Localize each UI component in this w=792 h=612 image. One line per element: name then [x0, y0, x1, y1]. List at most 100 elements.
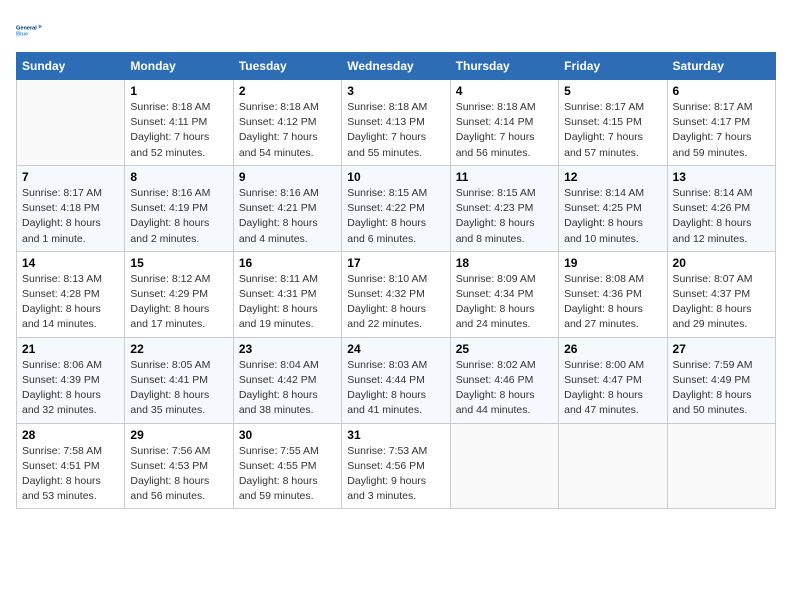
day-number: 3: [347, 84, 444, 98]
calendar-cell: 9Sunrise: 8:16 AMSunset: 4:21 PMDaylight…: [233, 165, 341, 251]
day-info: Sunrise: 7:55 AMSunset: 4:55 PMDaylight:…: [239, 444, 336, 505]
day-info: Sunrise: 8:02 AMSunset: 4:46 PMDaylight:…: [456, 358, 553, 419]
calendar-day-header: Sunday: [17, 53, 125, 80]
page-header: GeneralBlue: [16, 16, 776, 44]
day-number: 25: [456, 342, 553, 356]
calendar-header-row: SundayMondayTuesdayWednesdayThursdayFrid…: [17, 53, 776, 80]
day-number: 16: [239, 256, 336, 270]
day-number: 13: [673, 170, 770, 184]
calendar-cell: 15Sunrise: 8:12 AMSunset: 4:29 PMDayligh…: [125, 251, 233, 337]
calendar-cell: 30 Sunrise: 7:55 AMSunset: 4:55 PMDayligh…: [233, 423, 341, 509]
calendar-day-header: Monday: [125, 53, 233, 80]
day-info: Sunrise: 8:18 AMSunset: 4:13 PMDaylight:…: [347, 100, 444, 161]
svg-text:Blue: Blue: [16, 32, 28, 38]
calendar-day-header: Thursday: [450, 53, 558, 80]
day-info: Sunrise: 8:03 AMSunset: 4:44 PMDaylight:…: [347, 358, 444, 419]
day-info: Sunrise: 8:09 AMSunset: 4:34 PMDaylight:…: [456, 272, 553, 333]
day-number: 22: [130, 342, 227, 356]
calendar-week-row: 1Sunrise: 8:18 AMSunset: 4:11 PMDaylight…: [17, 80, 776, 166]
logo-icon: GeneralBlue: [16, 16, 44, 44]
calendar-cell: 25 Sunrise: 8:02 AMSunset: 4:46 PMDayligh…: [450, 337, 558, 423]
day-number: 23: [239, 342, 336, 356]
day-number: 20: [673, 256, 770, 270]
day-number: 29: [130, 428, 227, 442]
calendar-cell: 28 Sunrise: 7:58 AMSunset: 4:51 PMDayligh…: [17, 423, 125, 509]
calendar-cell: 26Sunrise: 8:00 AMSunset: 4:47 PMDayligh…: [559, 337, 667, 423]
calendar-day-header: Tuesday: [233, 53, 341, 80]
day-number: 27: [673, 342, 770, 356]
calendar-week-row: 14 Sunrise: 8:13 AMSunset: 4:28 PMDayligh…: [17, 251, 776, 337]
calendar-cell: 10 Sunrise: 8:15 AMSunset: 4:22 PMDayligh…: [342, 165, 450, 251]
day-number: 30: [239, 428, 336, 442]
day-info: Sunrise: 8:00 AMSunset: 4:47 PMDaylight:…: [564, 358, 661, 419]
day-number: 4: [456, 84, 553, 98]
day-info: Sunrise: 8:10 AMSunset: 4:32 PMDaylight:…: [347, 272, 444, 333]
calendar-cell: 24 Sunrise: 8:03 AMSunset: 4:44 PMDayligh…: [342, 337, 450, 423]
day-number: 5: [564, 84, 661, 98]
calendar-cell: 14 Sunrise: 8:13 AMSunset: 4:28 PMDayligh…: [17, 251, 125, 337]
day-info: Sunrise: 8:16 AMSunset: 4:21 PMDaylight:…: [239, 186, 336, 247]
calendar-cell: [450, 423, 558, 509]
day-number: 24: [347, 342, 444, 356]
calendar-cell: 20 Sunrise: 8:07 AMSunset: 4:37 PMDayligh…: [667, 251, 775, 337]
day-info: Sunrise: 8:17 AMSunset: 4:18 PMDaylight:…: [22, 186, 119, 247]
logo: GeneralBlue: [16, 16, 44, 44]
calendar-cell: 16 Sunrise: 8:11 AMSunset: 4:31 PMDayligh…: [233, 251, 341, 337]
calendar-cell: 31Sunrise: 7:53 AMSunset: 4:56 PMDayligh…: [342, 423, 450, 509]
day-number: 8: [130, 170, 227, 184]
day-info: Sunrise: 8:04 AMSunset: 4:42 PMDaylight:…: [239, 358, 336, 419]
day-number: 7: [22, 170, 119, 184]
calendar-cell: 11 Sunrise: 8:15 AMSunset: 4:23 PMDayligh…: [450, 165, 558, 251]
day-info: Sunrise: 8:13 AMSunset: 4:28 PMDaylight:…: [22, 272, 119, 333]
calendar-cell: 13 Sunrise: 8:14 AMSunset: 4:26 PMDayligh…: [667, 165, 775, 251]
day-info: Sunrise: 8:17 AMSunset: 4:17 PMDaylight:…: [673, 100, 770, 161]
calendar-cell: [559, 423, 667, 509]
calendar-cell: 7 Sunrise: 8:17 AMSunset: 4:18 PMDaylight…: [17, 165, 125, 251]
day-number: 21: [22, 342, 119, 356]
calendar-day-header: Saturday: [667, 53, 775, 80]
day-info: Sunrise: 8:18 AMSunset: 4:14 PMDaylight:…: [456, 100, 553, 161]
calendar-cell: 17Sunrise: 8:10 AMSunset: 4:32 PMDayligh…: [342, 251, 450, 337]
day-info: Sunrise: 8:12 AMSunset: 4:29 PMDaylight:…: [130, 272, 227, 333]
day-number: 14: [22, 256, 119, 270]
day-info: Sunrise: 7:56 AMSunset: 4:53 PMDaylight:…: [130, 444, 227, 505]
day-info: Sunrise: 8:14 AMSunset: 4:26 PMDaylight:…: [673, 186, 770, 247]
calendar-day-header: Wednesday: [342, 53, 450, 80]
calendar-cell: 6 Sunrise: 8:17 AMSunset: 4:17 PMDaylight…: [667, 80, 775, 166]
day-number: 28: [22, 428, 119, 442]
day-info: Sunrise: 8:17 AMSunset: 4:15 PMDaylight:…: [564, 100, 661, 161]
day-info: Sunrise: 8:18 AMSunset: 4:11 PMDaylight:…: [130, 100, 227, 161]
calendar-cell: [667, 423, 775, 509]
day-info: Sunrise: 8:15 AMSunset: 4:23 PMDaylight:…: [456, 186, 553, 247]
calendar-cell: 27 Sunrise: 7:59 AMSunset: 4:49 PMDayligh…: [667, 337, 775, 423]
calendar-cell: 23 Sunrise: 8:04 AMSunset: 4:42 PMDayligh…: [233, 337, 341, 423]
day-info: Sunrise: 8:07 AMSunset: 4:37 PMDaylight:…: [673, 272, 770, 333]
calendar-cell: 8Sunrise: 8:16 AMSunset: 4:19 PMDaylight…: [125, 165, 233, 251]
calendar-cell: 19Sunrise: 8:08 AMSunset: 4:36 PMDayligh…: [559, 251, 667, 337]
day-info: Sunrise: 7:59 AMSunset: 4:49 PMDaylight:…: [673, 358, 770, 419]
calendar-cell: 22 Sunrise: 8:05 AMSunset: 4:41 PMDayligh…: [125, 337, 233, 423]
day-number: 6: [673, 84, 770, 98]
day-number: 18: [456, 256, 553, 270]
calendar-week-row: 28 Sunrise: 7:58 AMSunset: 4:51 PMDayligh…: [17, 423, 776, 509]
calendar-week-row: 7 Sunrise: 8:17 AMSunset: 4:18 PMDaylight…: [17, 165, 776, 251]
day-info: Sunrise: 7:58 AMSunset: 4:51 PMDaylight:…: [22, 444, 119, 505]
svg-text:General: General: [16, 25, 37, 31]
calendar-cell: 18 Sunrise: 8:09 AMSunset: 4:34 PMDayligh…: [450, 251, 558, 337]
day-info: Sunrise: 8:15 AMSunset: 4:22 PMDaylight:…: [347, 186, 444, 247]
calendar-cell: 4 Sunrise: 8:18 AMSunset: 4:14 PMDaylight…: [450, 80, 558, 166]
calendar-cell: 21 Sunrise: 8:06 AMSunset: 4:39 PMDayligh…: [17, 337, 125, 423]
calendar-cell: [17, 80, 125, 166]
day-number: 12: [564, 170, 661, 184]
calendar-cell: 2 Sunrise: 8:18 AMSunset: 4:12 PMDaylight…: [233, 80, 341, 166]
day-info: Sunrise: 8:11 AMSunset: 4:31 PMDaylight:…: [239, 272, 336, 333]
day-number: 19: [564, 256, 661, 270]
day-number: 31: [347, 428, 444, 442]
calendar-day-header: Friday: [559, 53, 667, 80]
day-number: 10: [347, 170, 444, 184]
day-info: Sunrise: 8:18 AMSunset: 4:12 PMDaylight:…: [239, 100, 336, 161]
day-info: Sunrise: 8:05 AMSunset: 4:41 PMDaylight:…: [130, 358, 227, 419]
day-info: Sunrise: 8:06 AMSunset: 4:39 PMDaylight:…: [22, 358, 119, 419]
day-number: 11: [456, 170, 553, 184]
day-number: 2: [239, 84, 336, 98]
